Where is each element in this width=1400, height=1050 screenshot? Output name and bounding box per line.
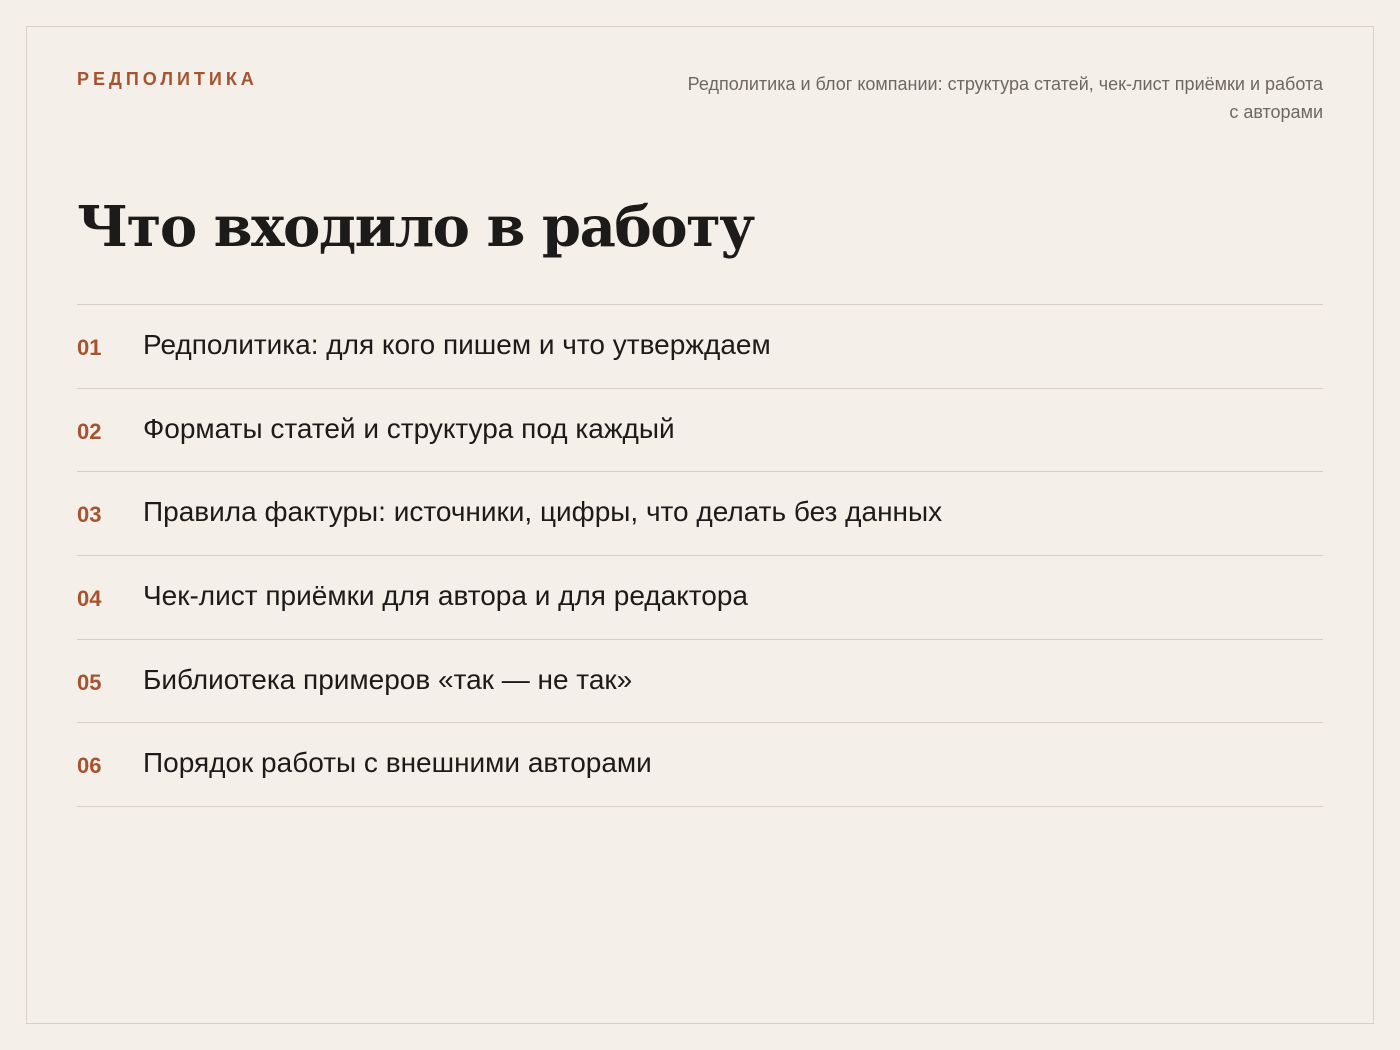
list-item: 03 Правила фактуры: источники, цифры, чт… (77, 472, 1323, 557)
item-text: Порядок работы с внешними авторами (143, 747, 652, 779)
slide-header: РЕДПОЛИТИКА Редполитика и блог компании:… (77, 67, 1323, 137)
item-text: Редполитика: для кого пишем и что утверж… (143, 329, 771, 360)
page-title: Что входило в работу (77, 194, 755, 260)
item-number: 02 (77, 418, 102, 444)
list-item: 02 Форматы статей и структура под каждый (77, 389, 1323, 473)
slide-frame: РЕДПОЛИТИКА Редполитика и блог компании:… (26, 26, 1374, 1024)
list-item: 01 Редполитика: для кого пишем и что утв… (77, 305, 1323, 389)
item-number: 04 (77, 586, 102, 612)
work-items-list: 01 Редполитика: для кого пишем и что утв… (77, 304, 1323, 808)
header-caption: Редполитика и блог компании: структура с… (687, 74, 1323, 122)
item-number: 01 (77, 335, 102, 360)
item-number: 05 (77, 669, 102, 695)
list-item: 06 Порядок работы с внешними авторами (77, 723, 1323, 808)
item-text: Форматы статей и структура под каждый (143, 412, 675, 444)
item-text: Чек-лист приёмки для автора и для редакт… (143, 580, 748, 612)
list-item: 04 Чек-лист приёмки для автора и для ред… (77, 556, 1323, 640)
item-text: Правила фактуры: источники, цифры, что д… (143, 496, 943, 528)
item-number: 03 (77, 502, 102, 528)
list-item: 05 Библиотека примеров «так — не так» (77, 640, 1323, 724)
eyebrow-label: РЕДПОЛИТИКА (77, 69, 258, 89)
item-text: Библиотека примеров «так — не так» (143, 663, 633, 695)
item-number: 06 (77, 753, 102, 779)
